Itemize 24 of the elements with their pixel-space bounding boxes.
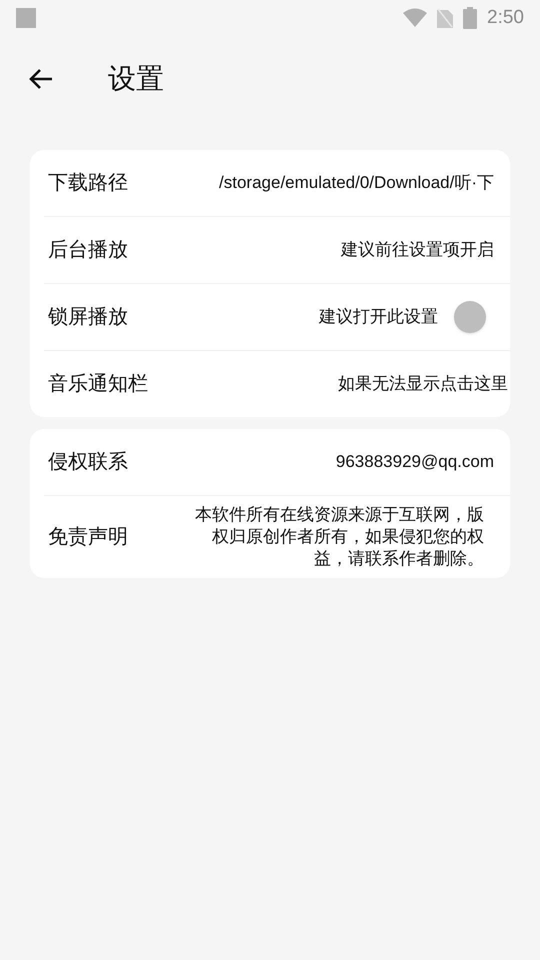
setting-label: 免责声明 — [48, 525, 128, 550]
setting-value: 建议前往设置项开启 — [341, 239, 494, 262]
setting-value: 建议打开此设置 — [319, 306, 438, 328]
setting-value: 如果无法显示点击这里 — [338, 373, 508, 396]
setting-row[interactable]: 侵权联系 963883929@qq.com — [30, 429, 510, 495]
back-arrow-icon — [28, 67, 54, 91]
wifi-icon — [403, 8, 428, 28]
setting-label: 后台播放 — [48, 238, 128, 263]
no-sim-icon — [437, 8, 454, 28]
setting-label: 音乐通知栏 — [48, 372, 148, 397]
setting-row[interactable]: 锁屏播放 建议打开此设置 — [30, 284, 510, 350]
setting-row[interactable]: 后台播放 建议前往设置项开启 — [30, 217, 510, 283]
setting-value: 963883929@qq.com — [336, 451, 494, 474]
setting-row[interactable]: 音乐通知栏 如果无法显示点击这里 — [30, 351, 510, 417]
setting-label: 侵权联系 — [48, 450, 128, 475]
battery-icon — [463, 7, 478, 29]
setting-label: 锁屏播放 — [48, 305, 128, 330]
status-time: 2:50 — [487, 6, 524, 30]
setting-row[interactable]: 免责声明 本软件所有在线资源来源于互联网，版权归原创作者所有，如果侵犯您的权益，请联系作者删除。 — [30, 496, 510, 578]
page-title: 设置 — [108, 62, 164, 96]
setting-value: /storage/emulated/0/Download/听·下 — [219, 172, 494, 194]
setting-label: 下载路径 — [48, 171, 128, 196]
disclaimer-text: 本软件所有在线资源来源于互联网，版权归原创作者所有，如果侵犯您的权益，请联系作者删除。 — [194, 504, 484, 570]
setting-row[interactable]: 下载路径 /storage/emulated/0/Download/听·下 — [30, 150, 510, 216]
